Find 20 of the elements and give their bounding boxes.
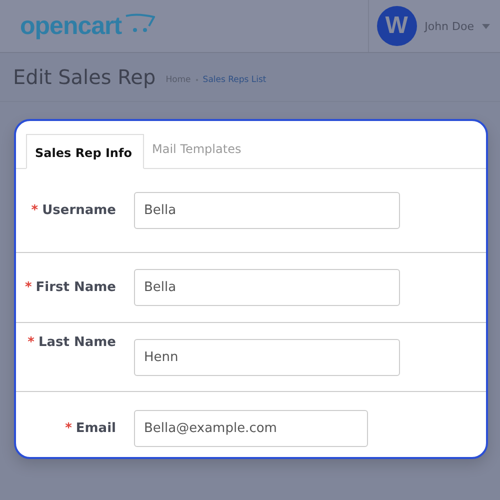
required-mark: *: [28, 335, 34, 350]
tab[interactable]: Mail Templates: [144, 134, 262, 168]
avatar-logo[interactable]: W: [376, 6, 417, 46]
field-label: Last Name: [38, 335, 116, 350]
cart-icon: [124, 13, 155, 33]
required-mark: *: [24, 280, 32, 295]
input-field[interactable]: Bella: [134, 192, 400, 229]
input-field[interactable]: Bella@example.com: [134, 410, 368, 446]
required-mark: *: [65, 420, 72, 436]
caret-icon[interactable]: [482, 24, 490, 28]
user-name[interactable]: John Doe: [424, 20, 474, 32]
required-mark: *: [31, 203, 38, 218]
input-field[interactable]: Bella: [134, 269, 400, 306]
field-label: First Name: [36, 280, 116, 295]
field-label: Email: [76, 420, 116, 436]
field-label: Username: [42, 203, 116, 218]
input-field[interactable]: Henn: [134, 339, 400, 376]
tab[interactable]: Sales Rep Info: [26, 134, 144, 169]
page-title: Edit Sales Rep: [13, 65, 156, 89]
breadcrumb-link[interactable]: Sales Reps List: [202, 74, 266, 84]
